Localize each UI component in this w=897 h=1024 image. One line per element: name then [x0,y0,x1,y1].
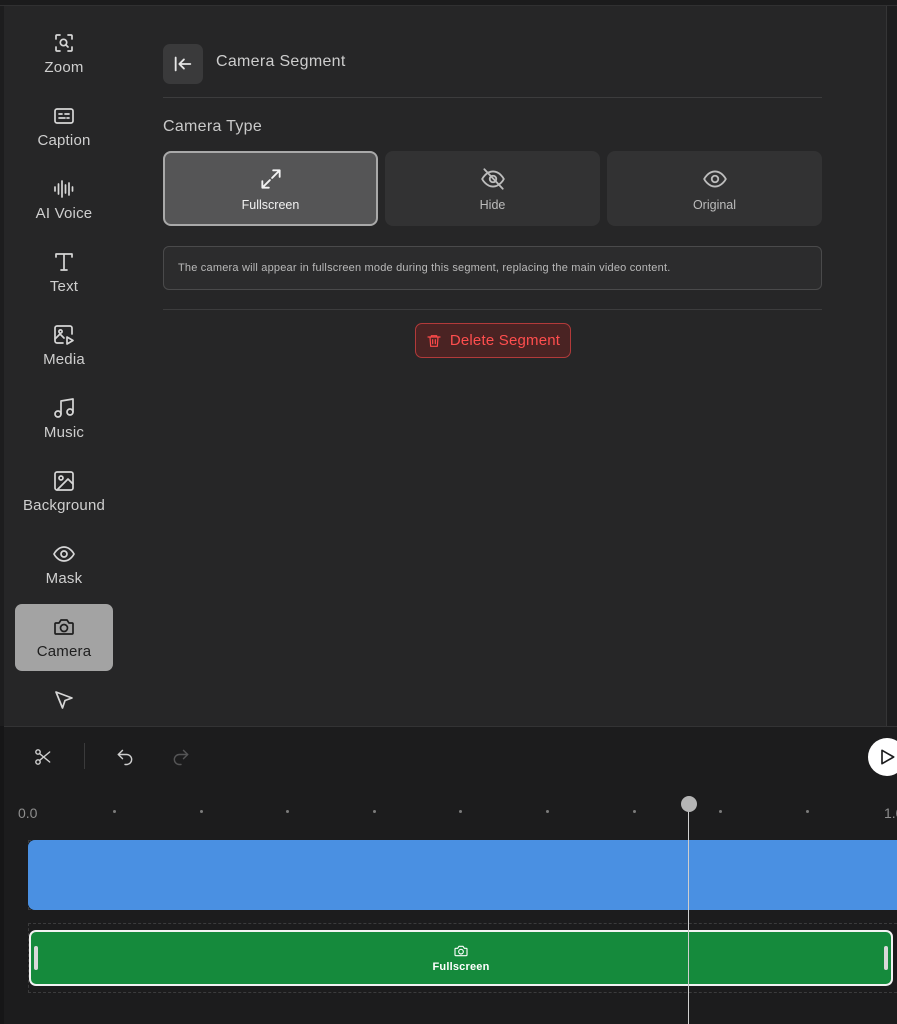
camera-segment-panel: Camera Segment Camera Type Fullscreen Hi… [126,6,886,726]
camera-type-label: Original [692,197,737,212]
back-button[interactable] [163,44,203,84]
trash-icon [427,334,441,347]
text-icon [55,253,73,271]
sidebar-item-label: Caption [37,132,91,149]
split-button[interactable] [30,744,56,770]
sidebar-item-label: Mask [45,570,83,587]
sidebar-item-label: Background [22,497,106,514]
sidebar-item-ai-voice[interactable]: AI Voice [15,166,113,233]
playhead-handle[interactable] [681,796,697,812]
camera-icon [54,619,74,635]
delete-segment-label: Delete Segment [449,332,561,349]
toolbar-separator [84,743,85,769]
sidebar-item-camera[interactable]: Camera [15,604,113,671]
sidebar-item-label: AI Voice [35,205,93,222]
zoom-icon [55,34,73,52]
header-divider [163,97,822,98]
ruler-tick [459,810,462,813]
camera-type-label: Fullscreen [241,197,300,212]
ruler-tick [200,810,203,813]
sidebar-item-mask[interactable]: Mask [15,531,113,598]
camera-type-original-button[interactable]: Original [607,151,822,226]
ruler-end-label: 1.0 [884,805,897,821]
redo-button[interactable] [168,744,194,770]
sidebar-item-text[interactable]: Text [15,239,113,306]
music-note-icon [54,398,74,418]
video-track-clip[interactable] [28,840,897,910]
eye-icon [53,546,75,562]
sidebar-item-background[interactable]: Background [15,458,113,525]
undo-button[interactable] [112,744,138,770]
segment-left-handle[interactable] [34,946,38,970]
playhead-line [688,804,689,1024]
expand-arrows-icon [260,168,281,189]
arrow-left-to-line-icon [174,56,192,72]
ruler-tick [286,810,289,813]
panel-title: Camera Segment [216,53,346,70]
camera-type-description: The camera will appear in fullscreen mod… [163,246,822,290]
media-icon [54,325,74,345]
ruler-tick [546,810,549,813]
section-divider [163,309,822,310]
delete-segment-button[interactable]: Delete Segment [415,323,571,358]
ruler-tick [806,810,809,813]
camera-icon [454,945,468,957]
sidebar-item-label: Zoom [44,59,84,76]
sidebar-item-zoom[interactable]: Zoom [15,20,113,87]
caption-icon [54,108,74,124]
camera-segment-clip[interactable]: Fullscreen [29,930,893,986]
camera-type-fullscreen-button[interactable]: Fullscreen [163,151,378,226]
sidebar-item-caption[interactable]: Caption [15,93,113,160]
segment-right-handle[interactable] [884,946,888,970]
ruler-tick [373,810,376,813]
sidebar-item-label: Media [43,351,85,368]
play-icon [881,749,895,765]
sidebar-item-label: Text [49,278,79,295]
eye-icon [702,169,727,188]
ruler-tick [719,810,722,813]
redo-icon [173,749,189,766]
camera-type-label: Hide [479,197,506,212]
right-edge-scrollbar[interactable] [886,6,897,726]
timeline-left-edge [0,726,4,1024]
sidebar-item-label: Music [43,424,85,441]
camera-type-hide-button[interactable]: Hide [385,151,600,226]
scissors-icon [35,749,51,765]
ruler-tick [633,810,636,813]
ruler-tick [113,810,116,813]
section-label-camera-type: Camera Type [163,118,263,135]
sidebar-item-media[interactable]: Media [15,312,113,379]
sidebar: Zoom Caption AI Voice Text Media Music B… [4,6,126,726]
eye-off-icon [480,167,505,190]
sidebar-item-label: Camera [36,643,92,660]
sidebar-item-music[interactable]: Music [15,385,113,452]
cursor-arrow-icon [55,691,73,709]
camera-segment-label: Fullscreen [432,961,490,973]
image-icon [54,471,74,491]
sidebar-item-cursor[interactable] [15,677,113,725]
waveform-icon [54,180,74,198]
ruler-start-label: 0.0 [18,805,38,821]
undo-icon [117,749,133,766]
